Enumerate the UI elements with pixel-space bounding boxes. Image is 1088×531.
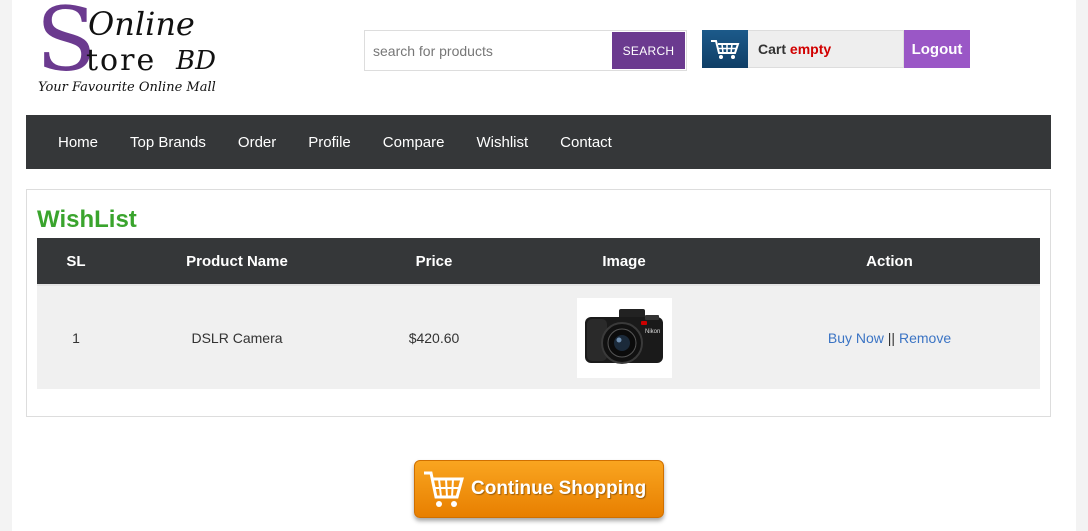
nav-order[interactable]: Order — [238, 134, 276, 151]
wishlist-title: WishList — [37, 206, 137, 233]
column-header-action: Action — [739, 238, 1040, 285]
row-price: $420.60 — [359, 284, 509, 389]
nav-compare[interactable]: Compare — [383, 134, 445, 151]
table-header-row: SL Product Name Price Image Action — [37, 238, 1040, 285]
cart-status: Cart empty — [758, 41, 831, 57]
nav-top-brands[interactable]: Top Brands — [130, 134, 206, 151]
search-bar: SEARCH — [364, 30, 687, 71]
shopping-cart-icon[interactable] — [702, 30, 748, 68]
buy-now-link[interactable]: Buy Now — [828, 330, 884, 346]
store-logo[interactable]: S Online tore BD Your Favourite Online M… — [36, 0, 266, 100]
logo-store-text: tore — [86, 43, 157, 78]
logo-tagline: Your Favourite Online Mall — [38, 80, 216, 95]
remove-link[interactable]: Remove — [899, 330, 951, 346]
logo-online-text: Online — [88, 5, 195, 43]
column-header-image: Image — [509, 238, 739, 285]
continue-shopping-label: Continue Shopping — [471, 478, 647, 499]
search-button[interactable]: SEARCH — [612, 32, 685, 69]
table-row: 1 DSLR Camera $420.60 Nikon Buy Now || R… — [37, 284, 1040, 389]
column-header-price: Price — [359, 238, 509, 285]
continue-shopping-button[interactable]: Continue Shopping — [414, 460, 664, 518]
camera-image[interactable]: Nikon — [576, 297, 672, 378]
logo-bd-text: BD — [176, 46, 216, 76]
wishlist-table: SL Product Name Price Image Action 1 DSL… — [37, 238, 1040, 389]
row-action-cell: Buy Now || Remove — [739, 284, 1040, 389]
main-nav: Home Top Brands Order Profile Compare Wi… — [26, 115, 1051, 169]
nav-contact[interactable]: Contact — [560, 134, 612, 151]
logout-button[interactable]: Logout — [904, 30, 970, 68]
nav-profile[interactable]: Profile — [308, 134, 351, 151]
page: S Online tore BD Your Favourite Online M… — [12, 0, 1076, 531]
cart-label: Cart — [758, 41, 787, 57]
column-header-sl: SL — [37, 238, 115, 285]
row-image-cell: Nikon — [509, 284, 739, 389]
wishlist-panel: WishList SL Product Name Price Image Act… — [26, 189, 1051, 417]
action-separator: || — [887, 329, 896, 346]
nav-home[interactable]: Home — [58, 134, 98, 151]
column-header-product-name: Product Name — [115, 238, 359, 285]
nav-wishlist[interactable]: Wishlist — [476, 134, 528, 151]
cart-widget[interactable]: Cart empty — [702, 30, 904, 68]
shopping-cart-icon — [424, 471, 464, 507]
row-product-name: DSLR Camera — [115, 284, 359, 389]
row-sl: 1 — [37, 284, 115, 389]
svg-text:Nikon: Nikon — [645, 329, 660, 335]
cart-empty-text: empty — [789, 41, 832, 57]
search-input[interactable] — [365, 31, 611, 70]
